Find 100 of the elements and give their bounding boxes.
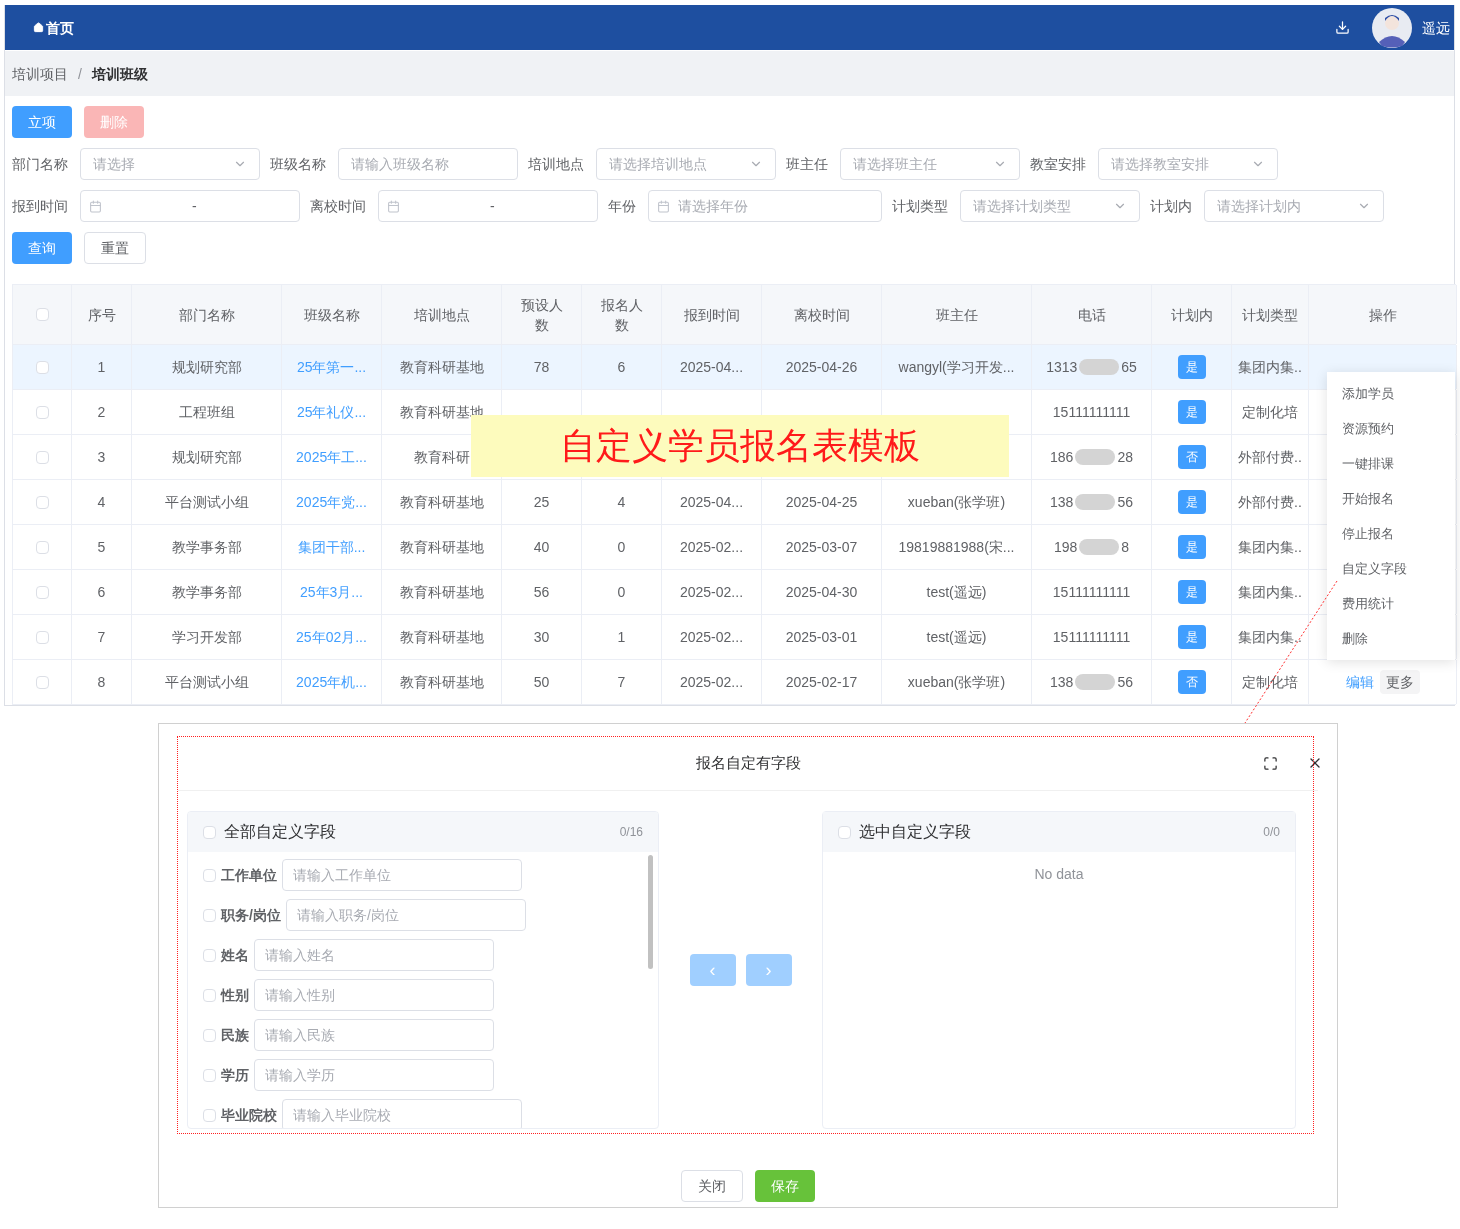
plan-tag: 是 (1177, 580, 1206, 604)
table-cell-text: 78 (533, 358, 550, 377)
column-header: 计划类型 (1242, 305, 1298, 325)
column-header: 报到时间 (683, 305, 740, 325)
user-name[interactable]: 遥远 (1422, 17, 1450, 38)
table-cell-text: wangyl(学习开发... (898, 358, 1015, 377)
checkbox[interactable] (838, 825, 851, 839)
table-cell-text: 定制化培 (1242, 673, 1298, 692)
phone-start: 15111111111 (1052, 628, 1131, 647)
input-field[interactable]: 请输入职务/岗位 (285, 899, 526, 931)
table-cell-text: test(遥远) (926, 628, 987, 647)
download-icon[interactable] (1335, 20, 1350, 35)
breadcrumb-item[interactable]: 培训项目 (12, 63, 68, 84)
table-cell-text: 平台测试小组 (164, 493, 249, 512)
checkbox[interactable] (203, 1108, 216, 1122)
checkbox[interactable] (203, 908, 216, 922)
menu-item[interactable]: 开始报名 (1327, 481, 1455, 516)
field-label: 姓名 (221, 946, 249, 965)
column-header: 培训地点 (413, 305, 470, 325)
phone-start: 138 (1050, 673, 1074, 692)
checkbox[interactable] (35, 405, 49, 419)
checkbox[interactable] (35, 360, 49, 374)
column-header: 班主任 (935, 305, 978, 325)
filter-label: 班级名称 (270, 155, 326, 174)
more-button[interactable]: 更多 (1379, 670, 1420, 694)
table-cell-text: 2025-04-30 (785, 583, 858, 602)
checkbox[interactable] (35, 585, 49, 599)
checkbox[interactable] (35, 450, 49, 464)
search-button[interactable]: 重置 (84, 232, 146, 264)
avatar[interactable] (1372, 7, 1412, 48)
table-cell-text: 教育科研基地 (399, 628, 484, 647)
table-cell-text: 学习开发部 (171, 628, 242, 647)
table-cell-text: 外部付费.. (1238, 493, 1302, 512)
menu-item[interactable]: 资源预约 (1327, 411, 1455, 446)
table-cell-text: 1 (617, 628, 626, 647)
menu-item[interactable]: 停止报名 (1327, 516, 1455, 551)
fullscreen-icon[interactable] (1263, 755, 1278, 771)
home-icon (33, 22, 44, 33)
checkbox[interactable] (35, 308, 49, 321)
column-header: 班级名称 (303, 305, 360, 325)
input-field[interactable]: 请输入工作单位 (282, 859, 522, 891)
phone-start: 15111111111 (1052, 583, 1131, 602)
table-cell-text: 2025-03-01 (785, 628, 858, 647)
empty-text: No data (1034, 865, 1084, 884)
table-cell-text: 2025-04... (679, 493, 744, 512)
table-cell-text: 集团内集.. (1238, 358, 1302, 377)
table-cell-text: 4 (617, 493, 626, 512)
phone-start: 198 (1053, 538, 1078, 557)
table-cell-text: 2025-04... (679, 358, 744, 377)
field-label: 毕业院校 (221, 1106, 277, 1125)
table-cell-text: 6 (617, 358, 626, 377)
field-label: 性别 (221, 986, 249, 1005)
input-field[interactable]: 请输入民族 (254, 1019, 494, 1051)
breadcrumb-separator: / (78, 64, 82, 84)
date-range-field[interactable]: - (80, 190, 300, 222)
menu-item[interactable]: 费用统计 (1327, 586, 1455, 621)
input-field[interactable]: 请输入性别 (254, 979, 494, 1011)
menu-item[interactable]: 一键排课 (1327, 446, 1455, 481)
scrollbar[interactable] (648, 855, 653, 969)
menu-item[interactable]: 自定义字段 (1327, 551, 1455, 586)
checkbox[interactable] (203, 988, 216, 1002)
table-cell-text: 教育科研基地 (399, 493, 484, 512)
checkbox[interactable] (35, 675, 49, 689)
filter-label: 部门名称 (12, 155, 68, 174)
dialog-button[interactable]: 关闭 (681, 1170, 743, 1202)
field-label: 职务/岗位 (221, 906, 281, 925)
input-field[interactable]: 请输入姓名 (254, 939, 494, 971)
date-range-field[interactable]: - (378, 190, 598, 222)
column-header: 序号 (87, 305, 116, 325)
checkbox[interactable] (203, 948, 216, 962)
checkbox[interactable] (203, 1028, 216, 1042)
range-separator: - (490, 197, 495, 216)
table-cell-text: 2025-04-25 (785, 493, 858, 512)
panel-count: 0/0 (1263, 824, 1280, 840)
checkbox[interactable] (203, 825, 216, 839)
home-link[interactable]: 首页 (33, 17, 74, 38)
checkbox[interactable] (35, 540, 49, 554)
checkbox[interactable] (203, 868, 216, 882)
breadcrumb-item[interactable]: 培训班级 (91, 63, 148, 84)
checkbox[interactable] (35, 495, 49, 509)
table-cell-text: 56 (533, 583, 550, 602)
checkbox[interactable] (35, 630, 49, 644)
table-cell-text: 30 (533, 628, 550, 647)
table-cell-text: 25 (533, 493, 550, 512)
table-cell-text: xueban(张学班) (907, 493, 1006, 512)
table-cell-text: 2025-02... (679, 583, 744, 602)
table-cell-text: test(遥远) (926, 583, 987, 602)
menu-item[interactable]: 删除 (1327, 621, 1455, 656)
checkbox[interactable] (203, 1068, 216, 1082)
table-cell-text: 2025-03-07 (785, 538, 858, 557)
menu-item[interactable]: 添加学员 (1327, 376, 1455, 411)
table-cell-text: 0 (617, 583, 626, 602)
column-header: 操作 (1368, 305, 1397, 325)
input-field[interactable]: 请输入毕业院校 (282, 1099, 522, 1128)
panel-title: 全部自定义字段 (224, 822, 337, 842)
filter-label: 年份 (608, 197, 636, 216)
input-field[interactable]: 请输入班级名称 (338, 148, 518, 180)
input-field[interactable]: 请输入学历 (254, 1059, 494, 1091)
table-cell-text: 规划研究部 (171, 448, 242, 467)
table-cell-text: 50 (533, 673, 550, 692)
